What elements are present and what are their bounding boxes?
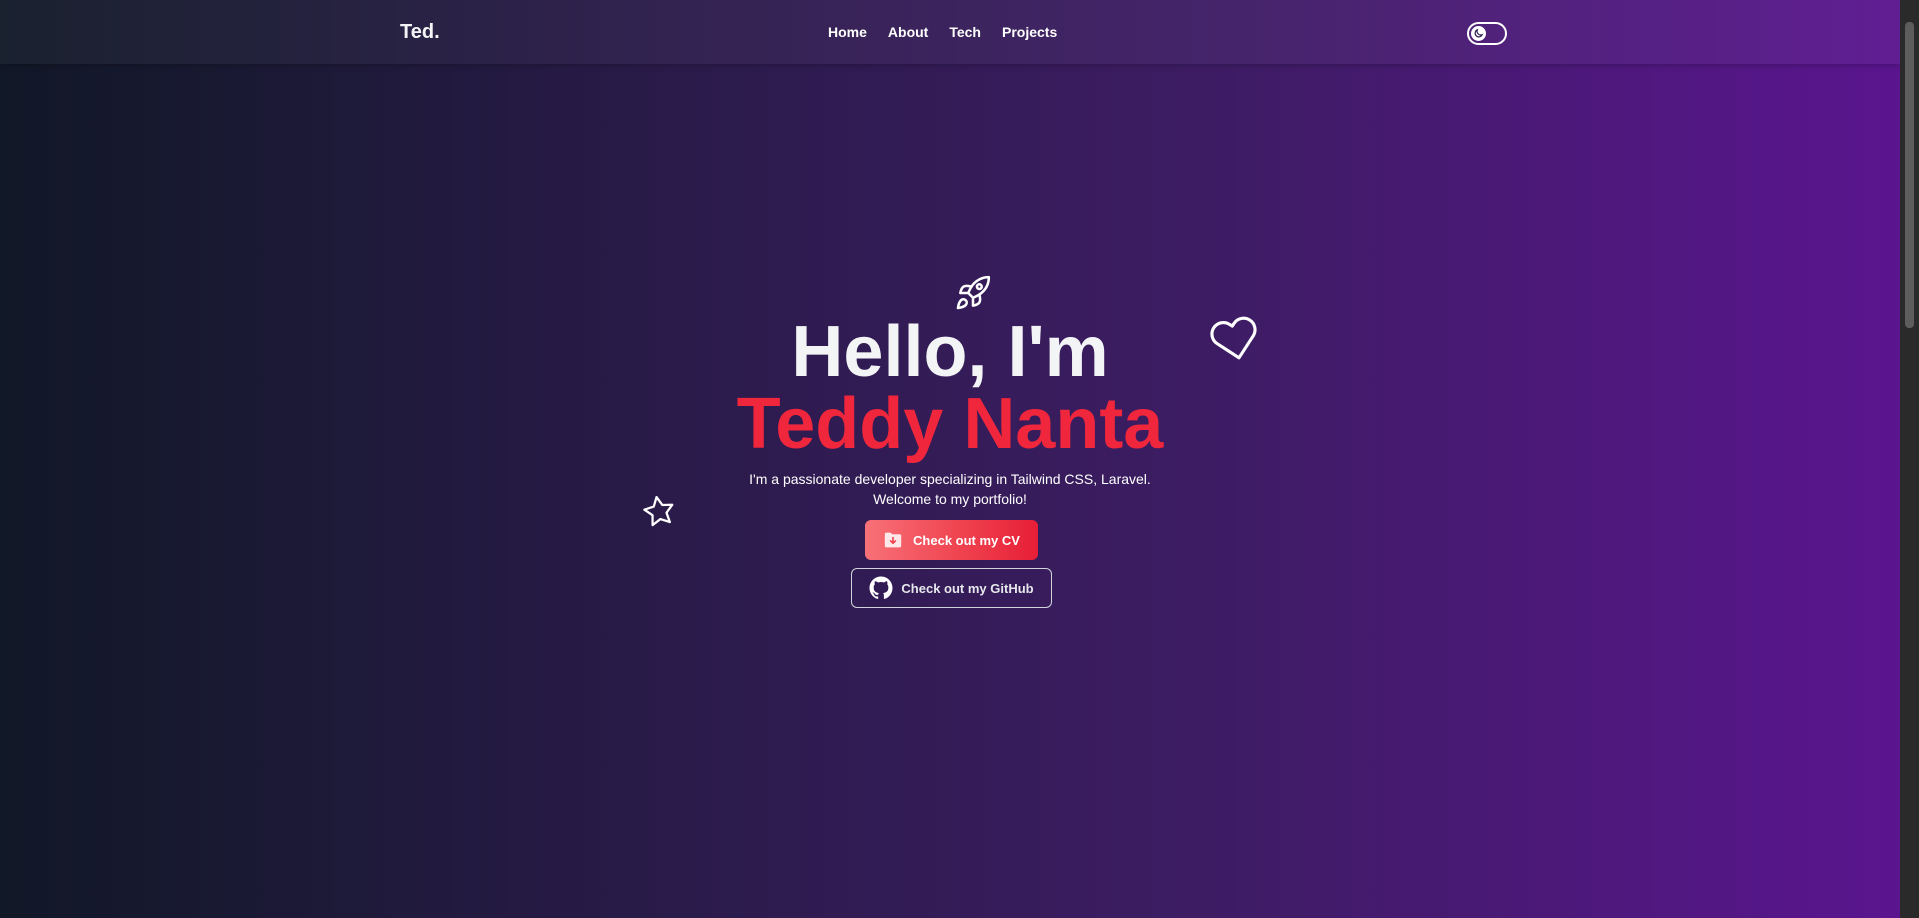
hero-description-line2: Welcome to my portfolio! xyxy=(873,491,1027,507)
rocket-icon xyxy=(956,275,991,310)
scrollbar-thumb[interactable] xyxy=(1905,22,1914,328)
hero-description-line1: I'm a passionate developer specializing … xyxy=(749,471,1151,487)
cv-button-label: Check out my CV xyxy=(913,532,1020,548)
hero-section: Hello, I'm Teddy Nanta I'm a passionate … xyxy=(0,0,1900,918)
cv-button[interactable]: Check out my CV xyxy=(865,520,1038,560)
page-scrollbar[interactable] xyxy=(1900,0,1919,918)
github-icon xyxy=(869,576,893,599)
hero-name: Teddy Nanta xyxy=(736,384,1164,464)
github-button[interactable]: Check out my GitHub xyxy=(851,568,1052,608)
github-button-label: Check out my GitHub xyxy=(901,580,1034,596)
folder-download-icon xyxy=(884,532,902,548)
hero-description: I'm a passionate developer specializing … xyxy=(0,469,1900,509)
hero-greeting: Hello, I'm xyxy=(791,312,1109,392)
